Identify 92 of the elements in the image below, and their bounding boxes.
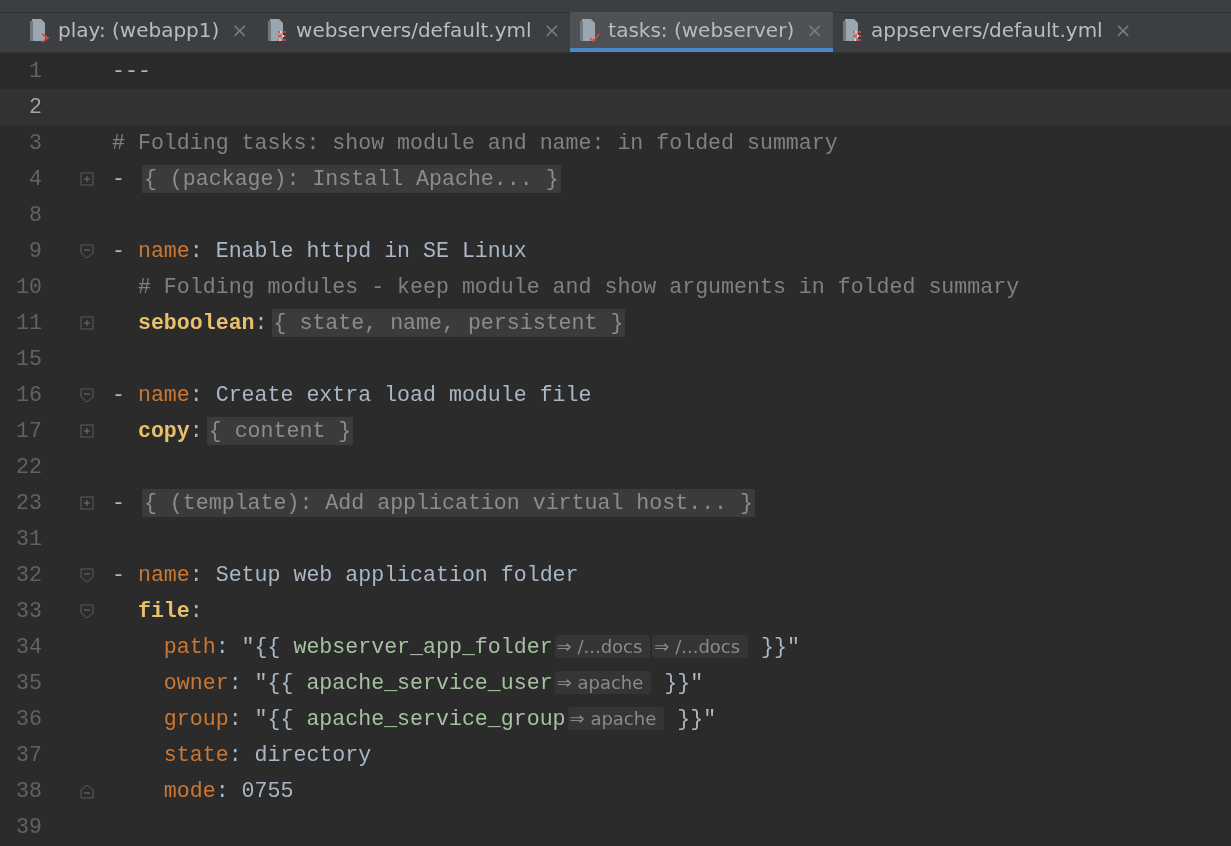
yaml-key: mode	[112, 779, 216, 803]
yaml-value: Enable httpd in SE Linux	[215, 239, 527, 263]
line-number: 11	[15, 310, 42, 337]
line-number: 16	[15, 382, 42, 409]
inlay-hint: ⇒ /...docs	[554, 635, 651, 658]
code-text: :	[189, 383, 204, 407]
code-text: ---	[112, 59, 151, 83]
editor-tab[interactable]: tasks: (webserver) ×	[570, 12, 833, 52]
code-text: -	[112, 563, 126, 587]
yaml-key: name	[137, 563, 190, 587]
editor-tab[interactable]: appservers/default.yml ×	[832, 12, 1142, 52]
line-number: 34	[15, 634, 42, 661]
line-number: 9	[28, 238, 42, 265]
yaml-value: 0755	[241, 779, 294, 803]
collapse-icon[interactable]	[80, 243, 94, 259]
code-text: }}"	[676, 707, 717, 731]
line-number: 31	[15, 526, 42, 553]
line-number: 3	[28, 130, 42, 157]
collapse-icon[interactable]	[80, 387, 94, 403]
yaml-key: owner	[112, 671, 229, 695]
yaml-key: name	[137, 239, 190, 263]
line-number: 15	[15, 346, 42, 373]
line-number: 8	[28, 202, 42, 229]
code-text: :	[189, 599, 203, 623]
inlay-hint: ⇒ apache	[554, 671, 652, 694]
close-button[interactable]: ×	[806, 20, 823, 40]
module-name: seboolean	[136, 311, 255, 335]
line-number: 17	[15, 418, 42, 445]
inlay-hint: ⇒ /...docs	[652, 635, 749, 658]
yaml-key: state	[112, 743, 229, 767]
line-number: 35	[15, 670, 42, 697]
code-text: -	[112, 167, 126, 191]
variable-name: apache_service_group	[306, 707, 566, 731]
code-text: }}"	[760, 635, 800, 659]
code-text: :	[228, 743, 243, 767]
code-text: :	[189, 419, 203, 443]
line-number: 23	[15, 490, 42, 517]
file-icon	[578, 17, 601, 43]
code-text: :	[189, 563, 204, 587]
inlay-hint: ⇒ apache	[567, 707, 665, 730]
folded-code[interactable]: { (package): Install Apache... }	[141, 165, 561, 193]
code-text: : "{{	[228, 707, 295, 731]
close-button[interactable]: ×	[1114, 20, 1132, 40]
yaml-key: name	[137, 383, 190, 407]
close-button[interactable]: ×	[231, 20, 249, 40]
code-text: -	[112, 239, 126, 263]
line-number: 33	[15, 598, 42, 625]
line-number: 37	[15, 742, 42, 769]
editor-tab[interactable]: play: (webapp1) ×	[20, 12, 259, 52]
editor-tab[interactable]: webservers/default.yml ×	[258, 12, 571, 52]
yaml-value: Create extra load module file	[215, 383, 592, 407]
code-text: :	[215, 779, 230, 803]
line-number: 4	[28, 166, 42, 193]
expand-icon[interactable]	[80, 171, 94, 187]
code-text: -	[112, 383, 126, 407]
collapse-icon[interactable]	[80, 783, 94, 799]
folded-code[interactable]: { (template): Add application virtual host... }	[141, 489, 755, 517]
code-comment: # Folding modules - keep module and show arguments in folded summary	[136, 275, 1020, 299]
close-button[interactable]: ×	[543, 20, 561, 40]
yaml-value: Setup web application folder	[215, 563, 579, 587]
file-icon	[28, 17, 50, 43]
collapse-icon[interactable]	[80, 567, 94, 583]
file-icon	[840, 17, 863, 43]
code-text: : "{{	[228, 671, 295, 695]
expand-icon[interactable]	[80, 495, 94, 511]
expand-icon[interactable]	[80, 315, 94, 331]
code-text: :	[189, 239, 204, 263]
line-number: 2	[28, 94, 42, 121]
file-icon	[266, 17, 289, 43]
line-number: 39	[15, 814, 42, 841]
module-name: file	[136, 599, 190, 623]
variable-name: apache_service_user	[306, 671, 553, 695]
code-comment: # Folding tasks: show module and name: in folded summary	[112, 131, 838, 155]
module-name: copy	[136, 419, 190, 443]
collapse-icon[interactable]	[80, 603, 94, 619]
variable-name: webserver_app_folder	[293, 635, 553, 659]
line-number: 22	[15, 454, 42, 481]
code-text: :	[254, 311, 268, 335]
line-number: 38	[15, 778, 42, 805]
code-text: }}"	[663, 671, 704, 695]
yaml-key: path	[112, 635, 216, 659]
expand-icon[interactable]	[80, 423, 94, 439]
line-number: 1	[28, 58, 42, 85]
code-text: : "{{	[215, 635, 282, 659]
line-number: 32	[15, 562, 42, 589]
line-number: 36	[15, 706, 42, 733]
yaml-key: group	[112, 707, 229, 731]
folded-code[interactable]: { content }	[206, 417, 354, 445]
line-number: 10	[15, 274, 42, 301]
code-text: -	[112, 491, 126, 515]
yaml-value: directory	[254, 743, 372, 767]
folded-code[interactable]: { state, name, persistent }	[271, 309, 626, 337]
